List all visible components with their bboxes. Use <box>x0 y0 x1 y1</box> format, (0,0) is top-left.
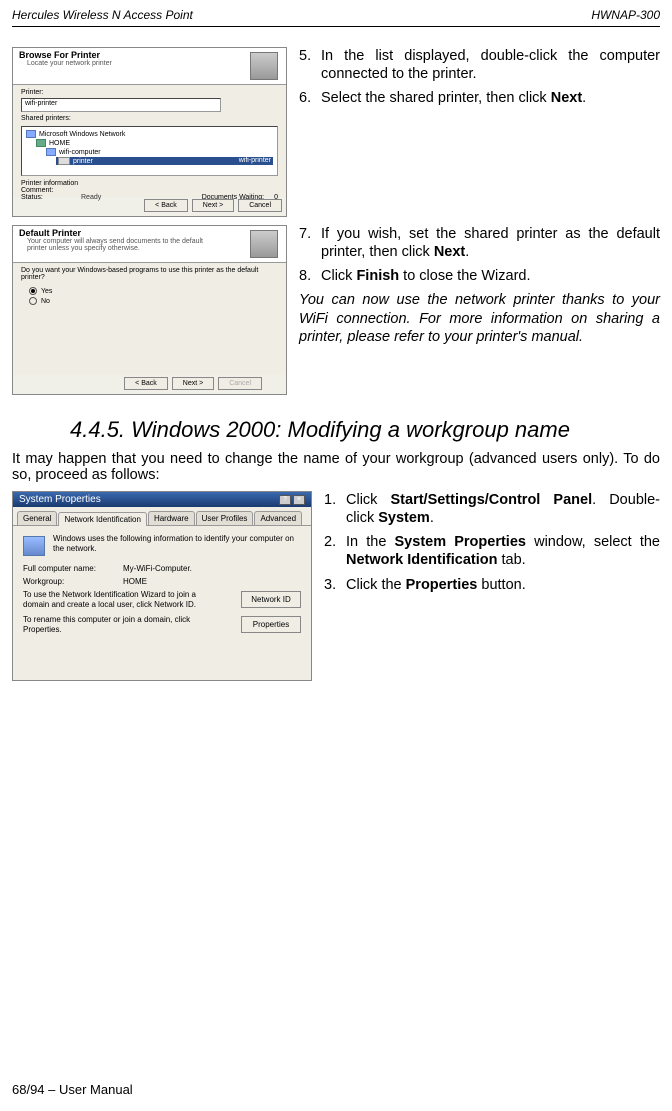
header-left: Hercules Wireless N Access Point <box>12 8 193 22</box>
radio-icon <box>29 297 37 305</box>
help-icon[interactable]: ? <box>279 495 291 505</box>
instructions-3: 1. Click Start/Settings/Control Panel. D… <box>312 491 660 681</box>
tree-selected-printer[interactable]: printer wifi-printer <box>56 157 273 165</box>
wizard2-heading: Default Printer <box>19 228 219 238</box>
wizard-buttons: < Back Next > Cancel <box>144 199 282 212</box>
tab-user-profiles[interactable]: User Profiles <box>196 511 254 525</box>
wizard-header: Browse For Printer Locate your network p… <box>13 48 286 85</box>
cancel-button[interactable]: Cancel <box>218 377 262 390</box>
step-6: 6. Select the shared printer, then click… <box>299 89 660 107</box>
default-question: Do you want your Windows-based programs … <box>21 267 278 281</box>
printer-input[interactable]: wifi-printer <box>21 98 221 112</box>
fullname-label: Full computer name: <box>23 564 123 573</box>
instructions-2: 7. If you wish, set the shared printer a… <box>287 225 660 395</box>
tab-network-identification[interactable]: Network Identification <box>58 512 146 526</box>
step-1: 1. Click Start/Settings/Control Panel. D… <box>324 491 660 527</box>
tree-computer: wifi-computer <box>59 149 101 156</box>
page-header: Hercules Wireless N Access Point HWNAP-3… <box>0 0 672 26</box>
radio-icon <box>29 287 37 295</box>
wizard2-subtitle: Your computer will always send documents… <box>19 238 219 252</box>
radio-yes[interactable]: Yes <box>29 287 278 295</box>
tab-general[interactable]: General <box>17 511 57 525</box>
properties-button[interactable]: Properties <box>241 616 301 633</box>
wizard-heading: Browse For Printer <box>19 50 112 60</box>
printer-icon <box>250 52 278 80</box>
wifi-note: You can now use the network printer than… <box>299 291 660 345</box>
section-title: 4.4.5. Windows 2000: Modifying a workgro… <box>0 403 672 451</box>
wizard-body: Printer: wifi-printer Shared printers: M… <box>13 85 286 197</box>
window-title: System Properties <box>19 494 101 505</box>
workgroup-value: HOME <box>123 577 147 586</box>
workgroup-icon <box>36 139 46 147</box>
network-id-icon <box>23 536 45 556</box>
add-printer-wizard-default: Default Printer Your computer will alway… <box>12 225 287 395</box>
computer-icon <box>46 148 56 156</box>
wizard2-buttons: < Back Next > Cancel <box>124 377 262 390</box>
network-icon <box>26 130 36 138</box>
tree-home: HOME <box>49 140 70 147</box>
network-id-text: To use the Network Identification Wizard… <box>23 590 203 609</box>
wizard2-header: Default Printer Your computer will alway… <box>13 226 286 263</box>
tab-advanced[interactable]: Advanced <box>254 511 302 525</box>
back-button[interactable]: < Back <box>124 377 168 390</box>
properties-text: To rename this computer or join a domain… <box>23 615 203 634</box>
radio-no[interactable]: No <box>29 297 278 305</box>
row-wizard-2: Default Printer Your computer will alway… <box>0 225 672 395</box>
instructions-1: 5. In the list displayed, double-click t… <box>287 47 660 217</box>
add-printer-wizard-browse: Browse For Printer Locate your network p… <box>12 47 287 217</box>
row-sysprops: System Properties ? × General Network Id… <box>0 491 672 681</box>
next-button[interactable]: Next > <box>192 199 234 212</box>
wizard2-body: Do you want your Windows-based programs … <box>13 263 286 375</box>
printer-icon <box>250 230 278 258</box>
workgroup-label: Workgroup: <box>23 577 123 586</box>
sysprops-desc: Windows uses the following information t… <box>53 534 301 553</box>
section-intro: It may happen that you need to change th… <box>0 451 672 491</box>
header-right: HWNAP-300 <box>591 8 660 22</box>
fullname-value: My-WiFi-Computer. <box>123 564 192 573</box>
cancel-button[interactable]: Cancel <box>238 199 282 212</box>
step-5: 5. In the list displayed, double-click t… <box>299 47 660 83</box>
close-icon[interactable]: × <box>293 495 305 505</box>
tree-root: Microsoft Windows Network <box>39 131 125 138</box>
wizard-subtitle: Locate your network printer <box>19 60 112 67</box>
row-wizard-1: Browse For Printer Locate your network p… <box>0 47 672 217</box>
window-controls: ? × <box>279 495 305 505</box>
step-8: 8. Click Finish to close the Wizard. <box>299 267 660 285</box>
sysprops-body: Windows uses the following information t… <box>13 526 311 648</box>
tabs: General Network Identification Hardware … <box>13 507 311 526</box>
header-rule <box>12 26 660 27</box>
shared-printers-label: Shared printers: <box>21 115 278 122</box>
step-7: 7. If you wish, set the shared printer a… <box>299 225 660 261</box>
step-2: 2. In the System Properties window, sele… <box>324 533 660 569</box>
printer-info: Printer information Comment: Status: Rea… <box>21 180 278 201</box>
system-properties-window: System Properties ? × General Network Id… <box>12 491 312 681</box>
printer-label: Printer: <box>21 89 278 96</box>
step-3: 3. Click the Properties button. <box>324 576 660 594</box>
page-footer: 68/94 – User Manual <box>12 1082 133 1097</box>
titlebar: System Properties ? × <box>13 492 311 507</box>
printer-small-icon <box>58 157 70 165</box>
next-button[interactable]: Next > <box>172 377 214 390</box>
back-button[interactable]: < Back <box>144 199 188 212</box>
network-id-button[interactable]: Network ID <box>241 591 301 608</box>
tab-hardware[interactable]: Hardware <box>148 511 195 525</box>
shared-printers-tree[interactable]: Microsoft Windows Network HOME wifi-comp… <box>21 126 278 176</box>
